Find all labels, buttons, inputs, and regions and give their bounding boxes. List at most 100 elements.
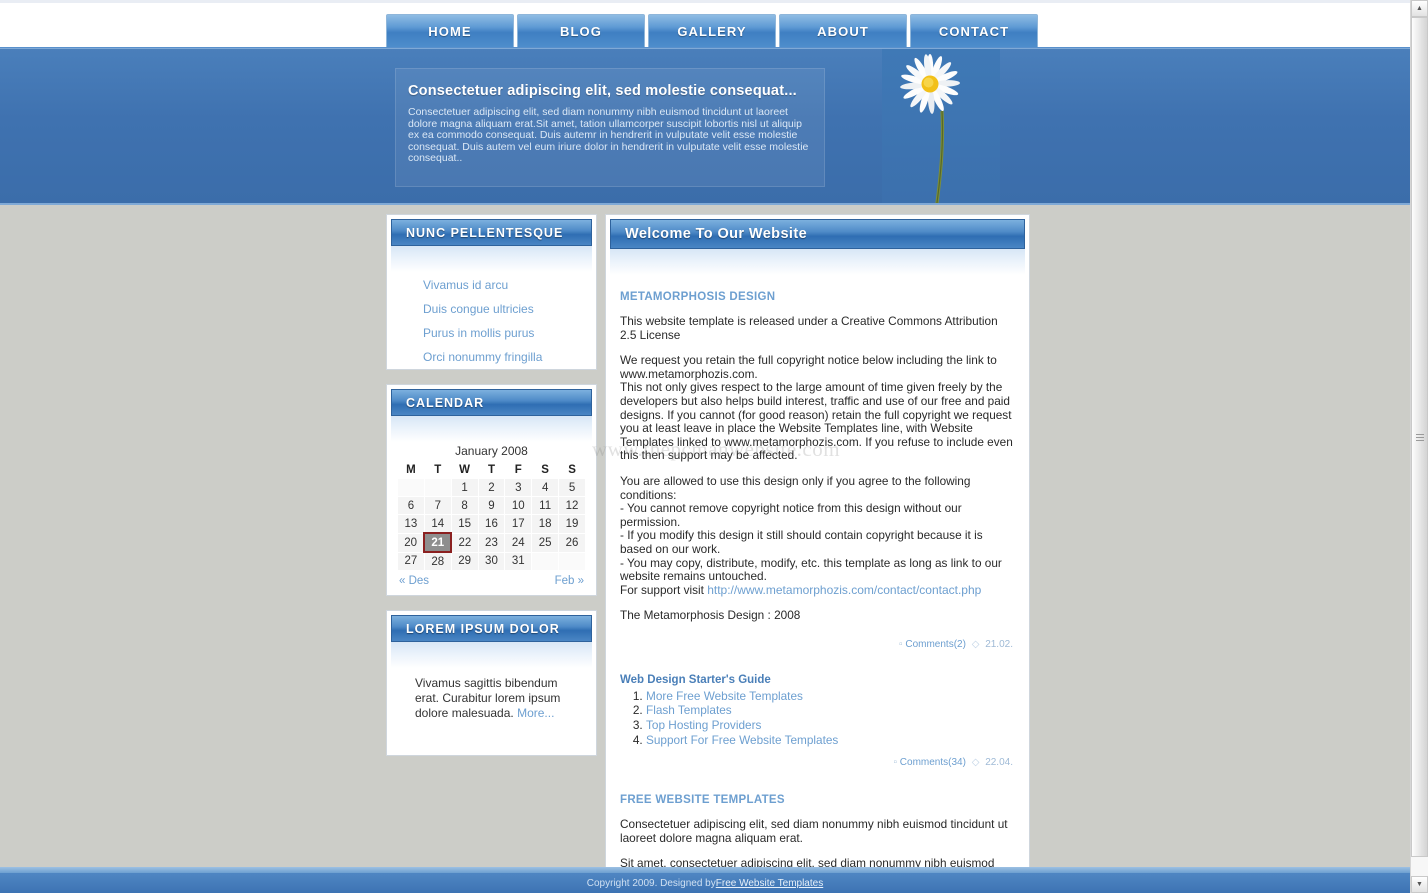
comments-link[interactable]: Comments(34): [900, 757, 966, 768]
calendar-day[interactable]: 17: [504, 514, 533, 534]
panel-calendar-glow: [391, 416, 592, 442]
list-item: Duis congue ultricies: [423, 300, 596, 318]
calendar-day[interactable]: 27: [397, 551, 425, 571]
calendar-day[interactable]: 24: [504, 532, 533, 553]
list-item: Support For Free Website Templates: [646, 733, 1015, 748]
link-top-hosting-providers[interactable]: Top Hosting Providers: [646, 718, 761, 732]
list-item: Top Hosting Providers: [646, 718, 1015, 733]
calendar-day[interactable]: 10: [504, 496, 533, 515]
calendar-day[interactable]: 18: [531, 514, 560, 534]
footer-link[interactable]: Free Website Templates: [716, 878, 823, 889]
calendar-day[interactable]: 6: [397, 496, 425, 515]
list-item: Purus in mollis purus: [423, 324, 596, 342]
link-vivamus-id-arcu[interactable]: Vivamus id arcu: [423, 278, 508, 292]
post-heading: METAMORPHOSIS DESIGN: [620, 291, 776, 303]
main-panel-title: Welcome To Our Website: [610, 219, 1025, 249]
calendar-day[interactable]: 25: [531, 532, 560, 553]
calendar-day[interactable]: 9: [477, 496, 506, 515]
post-support-line: For support visit http://www.metamorphoz…: [620, 583, 1015, 598]
list-item: More Free Website Templates: [646, 689, 1015, 704]
calendar-day[interactable]: 23: [477, 532, 506, 553]
post-paragraph: Consectetuer adipiscing elit, sed diam n…: [620, 817, 1008, 845]
nav-item-home[interactable]: HOME: [386, 14, 514, 48]
post-web-design-starters-guide: Web Design Starter's Guide More Free Web…: [606, 674, 1029, 778]
nav-item-gallery[interactable]: GALLERY: [648, 14, 776, 48]
calendar-day[interactable]: 28: [423, 551, 452, 571]
calendar-day-empty: [423, 478, 452, 497]
clock-icon: ◇: [971, 757, 980, 769]
calendar-day[interactable]: 11: [531, 496, 560, 515]
footer: Copyright 2009. Designed by Free Website…: [0, 873, 1410, 893]
list-item: Flash Templates: [646, 704, 1015, 718]
calendar-day[interactable]: 4: [531, 478, 560, 497]
post-meta: ▫ Comments(34) ◇ 22.04.: [620, 753, 1015, 778]
comments-icon: ▫: [893, 757, 897, 769]
scrollbar-grip-icon: [1416, 434, 1424, 441]
calendar-day[interactable]: 31: [504, 551, 533, 571]
calendar-day[interactable]: 13: [397, 514, 425, 534]
calendar-day[interactable]: 30: [477, 551, 506, 571]
nunc-link-list: Vivamus id arcu Duis congue ultricies Pu…: [387, 272, 596, 382]
calendar-day[interactable]: 29: [450, 551, 479, 571]
nav-item-about[interactable]: ABOUT: [779, 14, 907, 48]
post-meta: ▫ Comments(2) ◇ 21.02.: [620, 635, 1015, 660]
comments-link[interactable]: Comments(2): [905, 639, 966, 650]
link-support-for-free-website-templates[interactable]: Support For Free Website Templates: [646, 733, 838, 747]
calendar-day[interactable]: 15: [450, 514, 479, 534]
panel-lorem-title: LOREM IPSUM DOLOR: [391, 615, 592, 642]
calendar-day-today[interactable]: 21: [423, 532, 453, 553]
link-purus-in-mollis-purus[interactable]: Purus in mollis purus: [423, 326, 534, 340]
calendar-day[interactable]: 12: [558, 496, 586, 515]
copyright-text: Copyright 2009. Designed by: [586, 877, 716, 889]
calendar-day[interactable]: 7: [423, 496, 452, 515]
weekday-header: W: [459, 464, 471, 476]
post-time: 21.02.: [985, 638, 1013, 650]
calendar-day[interactable]: 22: [450, 532, 479, 553]
calendar-day-empty: [531, 551, 560, 571]
calendar-week-row: 12345: [397, 478, 586, 497]
calendar-day[interactable]: 8: [450, 496, 479, 515]
vertical-scrollbar[interactable]: ▲ ▼: [1410, 0, 1428, 893]
post-paragraph: We request you retain the full copyright…: [620, 353, 1013, 463]
calendar-day[interactable]: 1: [450, 478, 479, 497]
calendar-prev-month[interactable]: « Des: [399, 575, 429, 587]
link-orci-nonummy-fringilla[interactable]: Orci nonummy fringilla: [423, 350, 542, 364]
list-item: Orci nonummy fringilla: [423, 348, 596, 366]
calendar-week-row: 27 28 29 30 31: [397, 551, 586, 571]
weekday-header: S: [568, 464, 576, 476]
scroll-up-arrow-icon[interactable]: ▲: [1411, 0, 1428, 17]
hero-description: Consectetuer adipiscing elit, sed diam n…: [408, 106, 809, 165]
calendar-day[interactable]: 20: [397, 532, 425, 553]
nav-item-blog[interactable]: BLOG: [517, 14, 645, 48]
calendar-next-month[interactable]: Feb »: [555, 575, 584, 587]
post-heading: Web Design Starter's Guide: [620, 673, 771, 686]
calendar-body: 1 2 3 4 5 6 7 8 9 10 11 12 13 14 15 16 17 18 19 20 21 22 23 24 2…: [397, 478, 586, 571]
weekday-header: S: [541, 464, 549, 476]
link-more-free-website-templates[interactable]: More Free Website Templates: [646, 689, 803, 703]
panel-nunc-glow: [391, 246, 592, 272]
link-flash-templates[interactable]: Flash Templates: [646, 703, 732, 718]
scrollbar-track[interactable]: [1411, 17, 1428, 876]
support-link[interactable]: http://www.metamorphozis.com/contact/con…: [707, 583, 981, 597]
panel-calendar: CALENDAR January 2008 M T W T F S S 1 2 …: [386, 384, 597, 596]
post-time: 22.04.: [985, 757, 1013, 769]
lorem-more-link[interactable]: More...: [517, 706, 554, 720]
calendar-day[interactable]: 19: [558, 514, 586, 534]
calendar-day[interactable]: 2: [477, 478, 506, 497]
scroll-down-arrow-icon[interactable]: ▼: [1411, 876, 1428, 893]
main-panel-glow: [610, 249, 1025, 275]
scrollbar-thumb[interactable]: [1411, 17, 1428, 857]
post-paragraph: The Metamorphosis Design : 2008: [620, 608, 801, 623]
calendar-table: M T W T F S S 1 2 3 4 5 6 7 8 9 10 11 12 13 14 15 16 17 1…: [397, 462, 586, 571]
calendar-day[interactable]: 16: [477, 514, 506, 534]
link-duis-congue-ultricies[interactable]: Duis congue ultricies: [423, 302, 534, 316]
calendar-day[interactable]: 5: [558, 478, 586, 497]
sidebar: NUNC PELLENTESQUE Vivamus id arcu Duis c…: [386, 214, 597, 770]
calendar-navigation: « Des Feb »: [397, 571, 586, 587]
calendar-day[interactable]: 26: [558, 532, 586, 553]
calendar-day[interactable]: 14: [423, 514, 452, 534]
nav-item-contact[interactable]: CONTACT: [910, 14, 1038, 48]
calendar-caption: January 2008: [455, 444, 528, 458]
calendar-day[interactable]: 3: [504, 478, 533, 497]
list-item: Vivamus id arcu: [423, 276, 596, 294]
